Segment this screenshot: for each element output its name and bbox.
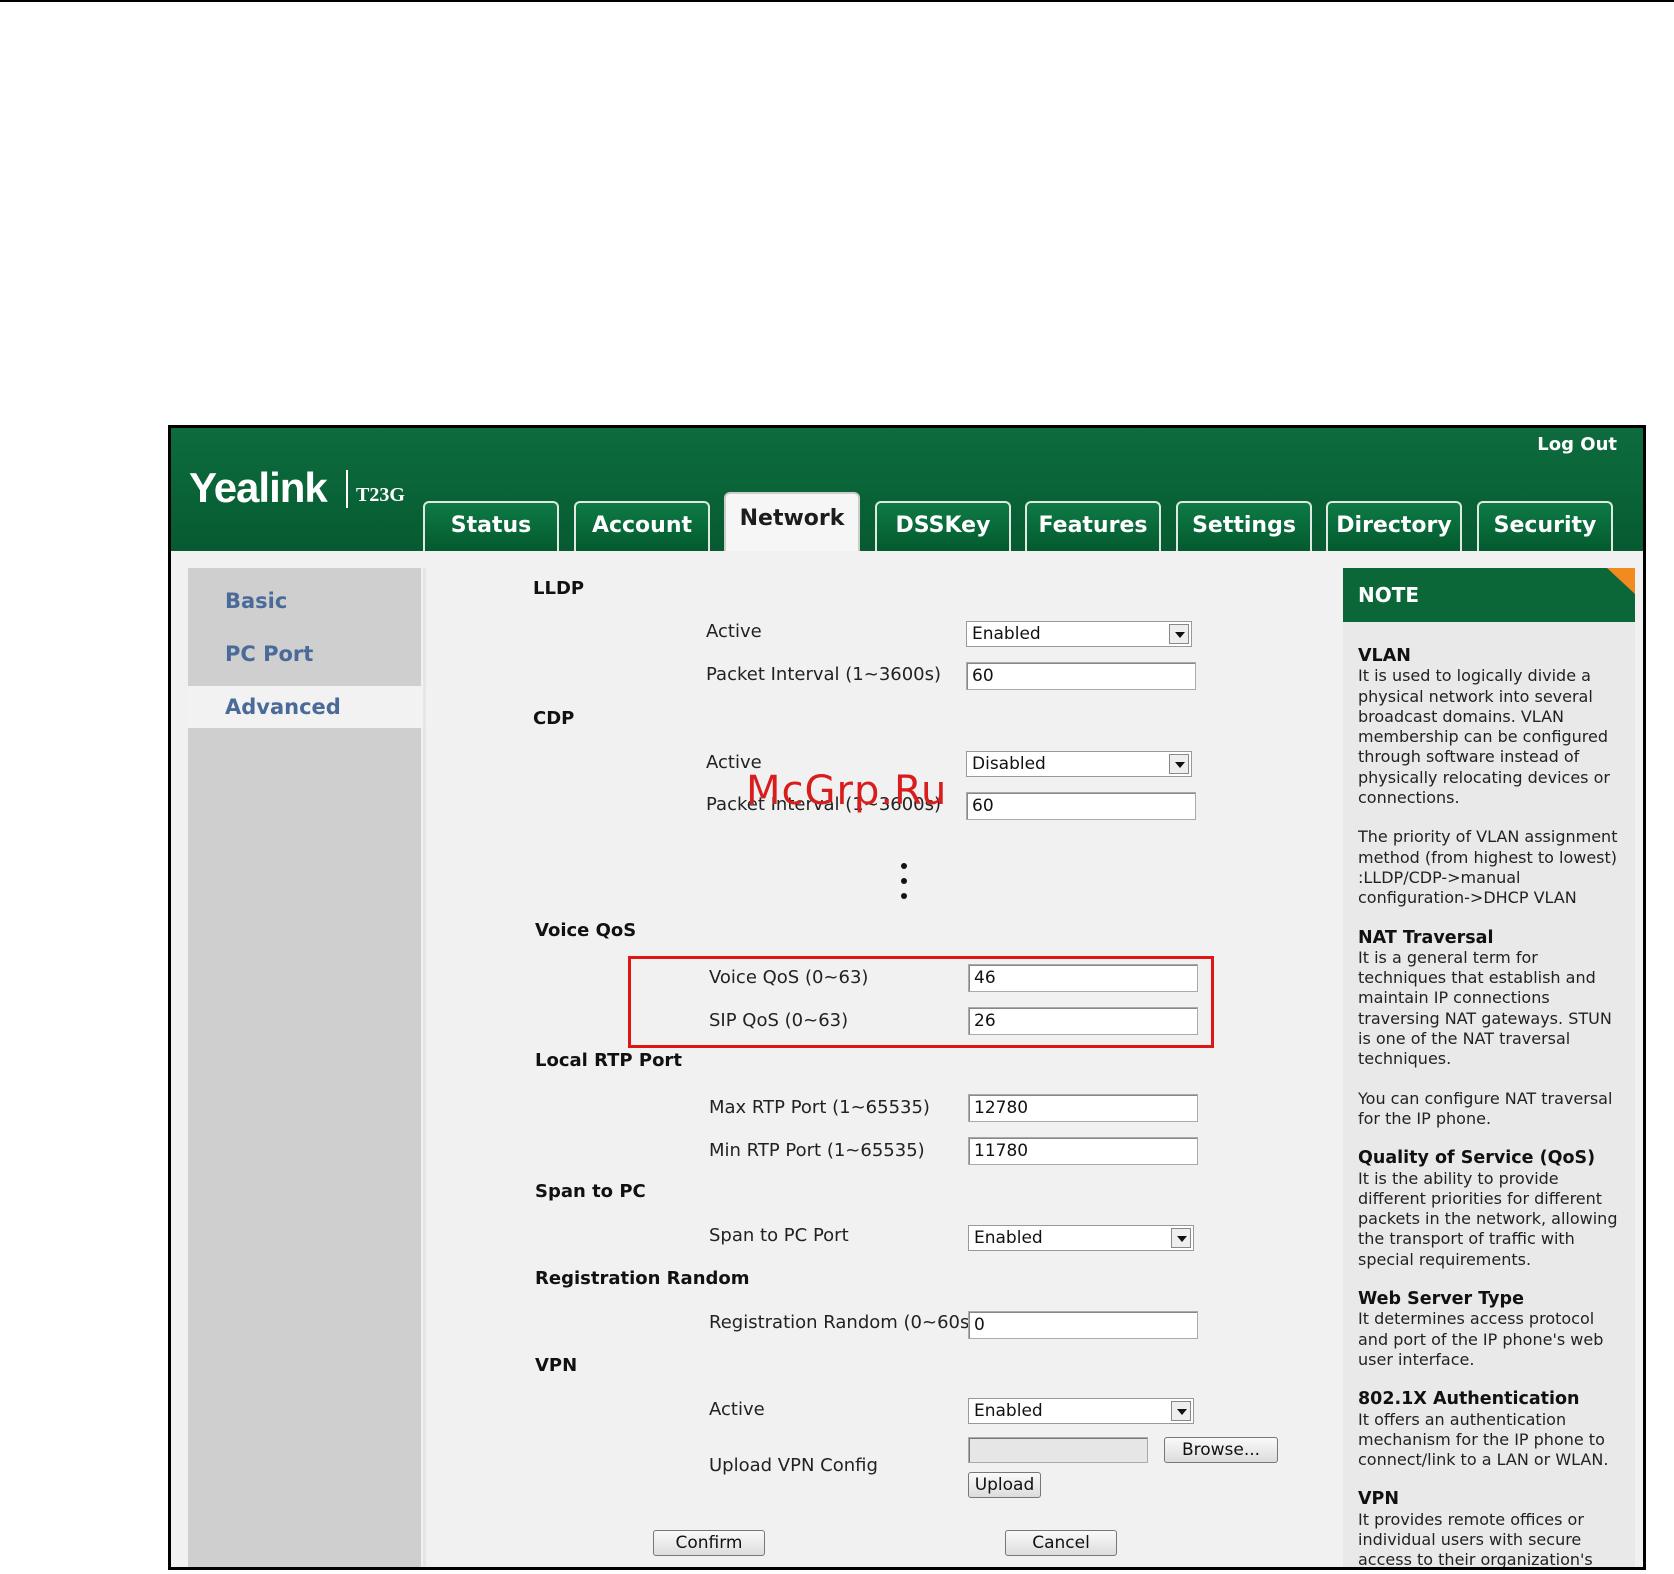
voice-qos-label: Voice QoS (0~63) xyxy=(709,967,869,988)
cdp-active-value: Disabled xyxy=(972,754,1046,774)
tab-account[interactable]: Account xyxy=(574,501,710,551)
cdp-interval-input[interactable]: 60 xyxy=(966,792,1196,820)
lldp-interval-label: Packet Interval (1~3600s) xyxy=(706,664,942,685)
logout-link[interactable]: Log Out xyxy=(1537,434,1617,455)
lldp-section-title: LLDP xyxy=(533,578,585,599)
span-port-value: Enabled xyxy=(974,1228,1043,1248)
note-text-vpn: It provides remote offices or individual… xyxy=(1358,1509,1593,1570)
note-text-web-server: It determines access protocol and port o… xyxy=(1358,1309,1604,1369)
note-panel: NOTE VLAN It is used to logically divide… xyxy=(1343,568,1635,1570)
sidebar-item-basic[interactable]: Basic xyxy=(188,580,428,622)
sip-qos-input[interactable]: 26 xyxy=(968,1007,1198,1035)
tab-dsskey[interactable]: DSSKey xyxy=(875,501,1011,551)
vpn-active-select[interactable]: Enabled xyxy=(968,1398,1194,1424)
sidebar-separator xyxy=(423,568,426,1567)
chevron-down-icon[interactable] xyxy=(1171,1401,1191,1421)
vpn-section-title: VPN xyxy=(535,1355,578,1376)
note-text-qos: It is the ability to provide different p… xyxy=(1358,1168,1618,1269)
reg-random-label: Registration Random (0~60s) xyxy=(709,1312,977,1333)
cancel-button[interactable]: Cancel xyxy=(1005,1530,1117,1556)
lldp-active-select[interactable]: Enabled xyxy=(966,621,1192,647)
reg-random-section-title: Registration Random xyxy=(535,1268,750,1289)
span-section-title: Span to PC xyxy=(535,1181,646,1202)
note-title: NOTE xyxy=(1343,568,1635,622)
note-heading-nat: NAT Traversal xyxy=(1358,927,1494,948)
tab-features[interactable]: Features xyxy=(1025,501,1161,551)
top-rule xyxy=(0,0,1674,2)
vpn-active-label: Active xyxy=(709,1399,765,1420)
voice-qos-input[interactable]: 46 xyxy=(968,964,1198,992)
max-rtp-input[interactable]: 12780 xyxy=(968,1094,1198,1122)
span-port-label: Span to PC Port xyxy=(709,1225,849,1246)
ellipsis-icon xyxy=(901,863,907,903)
note-heading-vpn: VPN xyxy=(1358,1489,1400,1510)
chevron-down-icon[interactable] xyxy=(1169,624,1189,644)
min-rtp-input[interactable]: 11780 xyxy=(968,1137,1198,1165)
note-heading-8021x: 802.1X Authentication xyxy=(1358,1389,1580,1410)
note-heading-web-server: Web Server Type xyxy=(1358,1289,1524,1310)
note-text-nat-config: You can configure NAT traversal for the … xyxy=(1358,1088,1613,1128)
tab-directory[interactable]: Directory xyxy=(1326,501,1462,551)
chevron-down-icon[interactable] xyxy=(1169,754,1189,774)
voice-qos-section-title: Voice QoS xyxy=(535,920,637,941)
min-rtp-label: Min RTP Port (1~65535) xyxy=(709,1140,925,1161)
tab-status[interactable]: Status xyxy=(423,501,559,551)
reg-random-input[interactable]: 0 xyxy=(968,1311,1198,1339)
watermark-text: McGrp.Ru xyxy=(746,768,948,814)
upload-button[interactable]: Upload xyxy=(968,1472,1041,1498)
cdp-active-select[interactable]: Disabled xyxy=(966,751,1192,777)
note-heading-qos: Quality of Service (QoS) xyxy=(1358,1148,1596,1169)
span-port-select[interactable]: Enabled xyxy=(968,1225,1194,1251)
confirm-button[interactable]: Confirm xyxy=(653,1530,765,1556)
chevron-down-icon[interactable] xyxy=(1171,1228,1191,1248)
vpn-active-value: Enabled xyxy=(974,1401,1043,1421)
note-text-vlan: It is used to logically divide a physica… xyxy=(1358,666,1610,808)
note-body: VLAN It is used to logically divide a ph… xyxy=(1358,646,1628,1570)
screenshot-frame: Yealink T23G Log Out Status Account Netw… xyxy=(168,425,1646,1570)
model-label: T23G xyxy=(356,484,405,506)
max-rtp-label: Max RTP Port (1~65535) xyxy=(709,1097,930,1118)
note-text-vlan-priority: The priority of VLAN assignment method (… xyxy=(1358,827,1618,908)
lldp-active-label: Active xyxy=(706,621,762,642)
cdp-section-title: CDP xyxy=(533,708,575,729)
tab-security[interactable]: Security xyxy=(1477,501,1613,551)
lldp-active-value: Enabled xyxy=(972,624,1041,644)
yealink-logo: Yealink xyxy=(189,464,328,511)
tab-network[interactable]: Network xyxy=(724,492,860,551)
logo-divider xyxy=(346,470,348,508)
note-text-nat: It is a general term for techniques that… xyxy=(1358,947,1612,1069)
note-heading-vlan: VLAN xyxy=(1358,646,1411,666)
vpn-upload-label: Upload VPN Config xyxy=(709,1455,878,1476)
sidebar-item-pc-port[interactable]: PC Port xyxy=(188,633,428,675)
sidebar-item-advanced[interactable]: Advanced xyxy=(188,686,428,728)
sidebar: Basic PC Port Advanced xyxy=(188,568,428,1567)
note-corner-icon xyxy=(1607,568,1635,594)
vpn-file-input[interactable] xyxy=(968,1437,1148,1463)
rtp-section-title: Local RTP Port xyxy=(535,1050,682,1071)
header-bar: Yealink T23G Log Out Status Account Netw… xyxy=(171,428,1643,551)
browse-button[interactable]: Browse... xyxy=(1164,1437,1278,1463)
tab-settings[interactable]: Settings xyxy=(1176,501,1312,551)
note-text-8021x: It offers an authentication mechanism fo… xyxy=(1358,1409,1609,1470)
sip-qos-label: SIP QoS (0~63) xyxy=(709,1010,849,1031)
lldp-interval-input[interactable]: 60 xyxy=(966,662,1196,690)
